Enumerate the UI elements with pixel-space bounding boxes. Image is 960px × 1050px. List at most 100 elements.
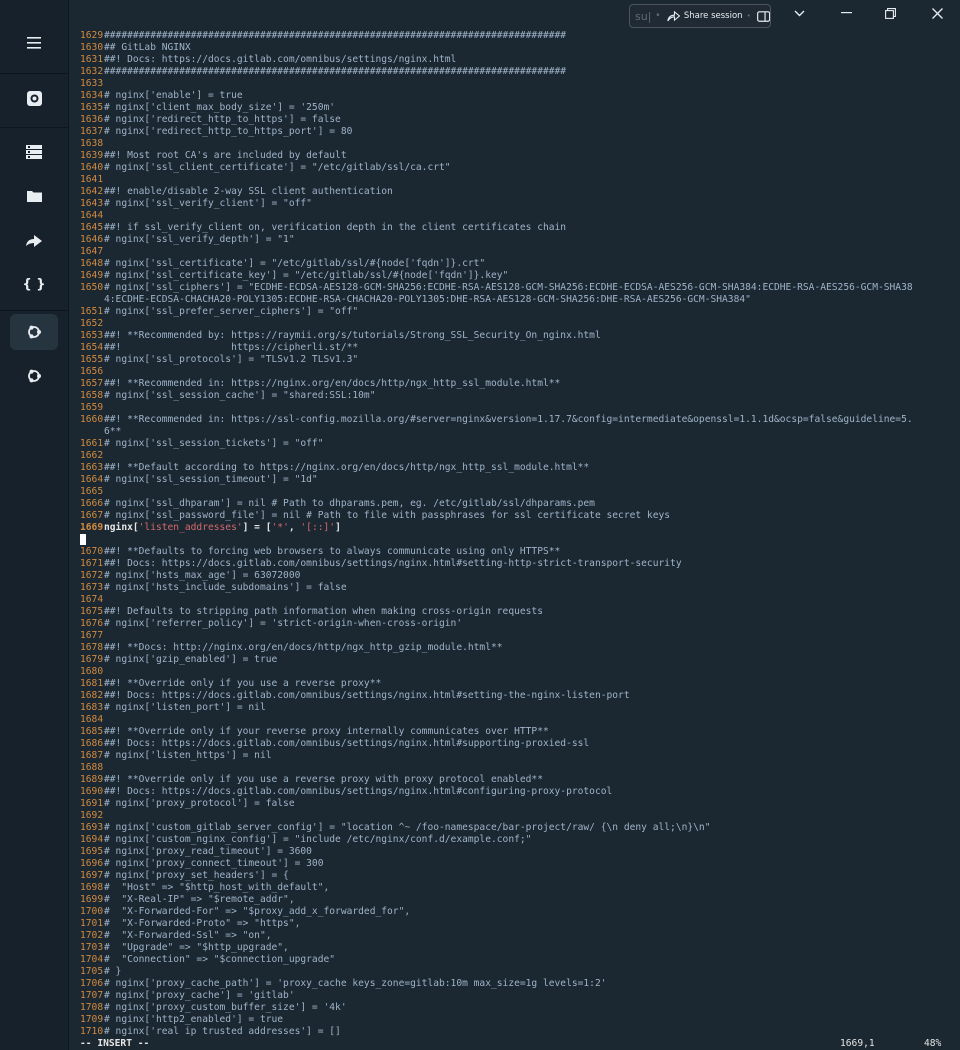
line-number: 1661 — [80, 438, 104, 449]
line-number: 1696 — [80, 858, 104, 869]
line-number: 1642 — [80, 186, 104, 197]
code-line: 1674 — [80, 594, 960, 606]
code-text: # nginx['ssl_ciphers'] = "ECDHE-ECDSA-AE… — [104, 282, 913, 293]
close-icon[interactable] — [925, 4, 949, 22]
line-number: 1688 — [80, 762, 104, 773]
code-line: 1661# nginx['ssl_session_tickets'] = "of… — [80, 438, 960, 450]
share-session-label[interactable]: Share session — [684, 11, 743, 21]
code-text: # nginx['ssl_verify_depth'] = "1" — [104, 234, 295, 245]
code-text: ##! Docs: https://docs.gitlab.com/omnibu… — [104, 54, 457, 65]
line-number: 1704 — [80, 954, 104, 965]
code-line: 1677 — [80, 630, 960, 642]
code-line: 1644 — [80, 210, 960, 222]
code-text: # "Upgrade" => "$http_upgrade", — [104, 942, 289, 953]
line-number: 1682 — [80, 690, 104, 701]
line-number: 1705 — [80, 966, 104, 977]
code-line: 1693# nginx['custom_gitlab_server_config… — [80, 822, 960, 834]
line-number: 1680 — [80, 666, 104, 677]
code-text: ## GitLab NGINX — [104, 42, 191, 53]
settings-icon[interactable] — [10, 80, 58, 116]
line-number: 1656 — [80, 366, 104, 377]
line-number: 1709 — [80, 1014, 104, 1025]
code-line: 1650# nginx['ssl_ciphers'] = "ECDHE-ECDS… — [80, 282, 960, 294]
separator-dot: • — [655, 11, 661, 21]
code-line: 1643# nginx['ssl_verify_client'] = "off" — [80, 198, 960, 210]
code-line: 1683# nginx['listen_port'] = nil — [80, 702, 960, 714]
code-line: 1675##! Defaults to stripping path infor… — [80, 606, 960, 618]
code-line: 1703# "Upgrade" => "$http_upgrade", — [80, 942, 960, 954]
line-number: 1659 — [80, 402, 104, 413]
line-number: 1666 — [80, 498, 104, 509]
line-number: 1707 — [80, 990, 104, 1001]
code-line: 1664# nginx['ssl_session_timeout'] = "1d… — [80, 474, 960, 486]
code-text: ########################################… — [104, 66, 567, 77]
line-number: 1639 — [80, 150, 104, 161]
code-line: 6** — [80, 426, 960, 438]
share-session-box[interactable]: su| • Share session • — [629, 4, 771, 28]
scroll-percent: 48% — [924, 1038, 942, 1049]
code-line: 1697# nginx['proxy_set_headers'] = { — [80, 870, 960, 882]
folder-icon[interactable] — [10, 178, 58, 214]
terminal-editor[interactable]: 1629####################################… — [80, 30, 960, 1036]
line-number: 1673 — [80, 582, 104, 593]
line-number: 1651 — [80, 306, 104, 317]
code-text: # nginx['referrer_policy'] = 'strict-ori… — [104, 618, 463, 629]
code-text: ##! Docs: https://docs.gitlab.com/omnibu… — [104, 558, 682, 569]
line-number: 1679 — [80, 654, 104, 665]
code-text: nginx['listen_addresses'] = ['*', '[::]'… — [104, 522, 341, 533]
line-number: 1640 — [80, 162, 104, 173]
menu-icon[interactable] — [10, 25, 58, 61]
line-number: 1653 — [80, 330, 104, 341]
split-panel-icon[interactable] — [756, 10, 770, 23]
ubuntu-icon[interactable] — [10, 314, 58, 350]
chevron-down-icon[interactable] — [787, 4, 811, 22]
code-line: 1682##! Docs: https://docs.gitlab.com/om… — [80, 690, 960, 702]
line-number: 1703 — [80, 942, 104, 953]
line-number: 1638 — [80, 138, 104, 149]
line-number: 1701 — [80, 918, 104, 929]
code-line: 1654##! https://cipherli.st/** — [80, 342, 960, 354]
current-code-line: 1669nginx['listen_addresses'] = ['*', '[… — [80, 522, 960, 534]
snippets-icon[interactable]: { } — [10, 266, 58, 302]
code-line: 1705# } — [80, 966, 960, 978]
code-text: # nginx['hsts_max_age'] = 63072000 — [104, 570, 301, 581]
code-line: 1629####################################… — [80, 30, 960, 42]
line-number: 1676 — [80, 618, 104, 629]
restore-icon[interactable] — [878, 4, 902, 22]
line-number: 1648 — [80, 258, 104, 269]
line-number: 1691 — [80, 798, 104, 809]
code-text: # nginx['proxy_read_timeout'] = 3600 — [104, 846, 312, 857]
code-line: 1709# nginx['http2_enabled'] = true — [80, 1014, 960, 1026]
code-text: # nginx['ssl_dhparam'] = nil # Path to d… — [104, 498, 595, 509]
line-number: 1689 — [80, 774, 104, 785]
code-text: ##! enable/disable 2-way SSL client auth… — [104, 186, 393, 197]
ubuntu-icon-2[interactable] — [10, 358, 58, 394]
code-line: 1702# "X-Forwarded-Ssl" => "on", — [80, 930, 960, 942]
text-cursor — [80, 534, 86, 545]
line-number: 1631 — [80, 54, 104, 65]
code-line: 1681##! **Override only if you use a rev… — [80, 678, 960, 690]
code-text: # nginx['ssl_certificate_key'] = "/etc/g… — [104, 270, 509, 281]
code-text: # "X-Real-IP" => "$remote_addr", — [104, 894, 295, 905]
forward-icon[interactable] — [10, 222, 58, 258]
code-line: 1708# nginx['proxy_custom_buffer_size'] … — [80, 1002, 960, 1014]
code-line: 1686##! Docs: https://docs.gitlab.com/om… — [80, 738, 960, 750]
code-text: # } — [104, 966, 122, 977]
code-text: ##! **Override only if your reverse prox… — [104, 726, 549, 737]
code-text: # nginx['ssl_session_timeout'] = "1d" — [104, 474, 318, 485]
code-text: # "X-Forwarded-Ssl" => "on", — [104, 930, 272, 941]
line-number: 1647 — [80, 246, 104, 257]
code-line: 1678##! **Docs: http://nginx.org/en/docs… — [80, 642, 960, 654]
session-search-input[interactable]: su| — [635, 10, 653, 23]
code-text: ##! **Recommended by: https://raymii.org… — [104, 330, 601, 341]
line-number: 1693 — [80, 822, 104, 833]
server-list-icon[interactable] — [10, 134, 58, 170]
line-number: 1662 — [80, 450, 104, 461]
code-line: 1690##! Docs: https://docs.gitlab.com/om… — [80, 786, 960, 798]
minimize-icon[interactable] — [834, 4, 858, 22]
code-line: 4:ECDHE-ECDSA-CHACHA20-POLY1305:ECDHE-RS… — [80, 294, 960, 306]
code-line: 1701# "X-Forwarded-Proto" => "https", — [80, 918, 960, 930]
code-text: # nginx['redirect_http_to_https_port'] =… — [104, 126, 353, 137]
line-number: 1635 — [80, 102, 104, 113]
line-number: 1684 — [80, 714, 104, 725]
